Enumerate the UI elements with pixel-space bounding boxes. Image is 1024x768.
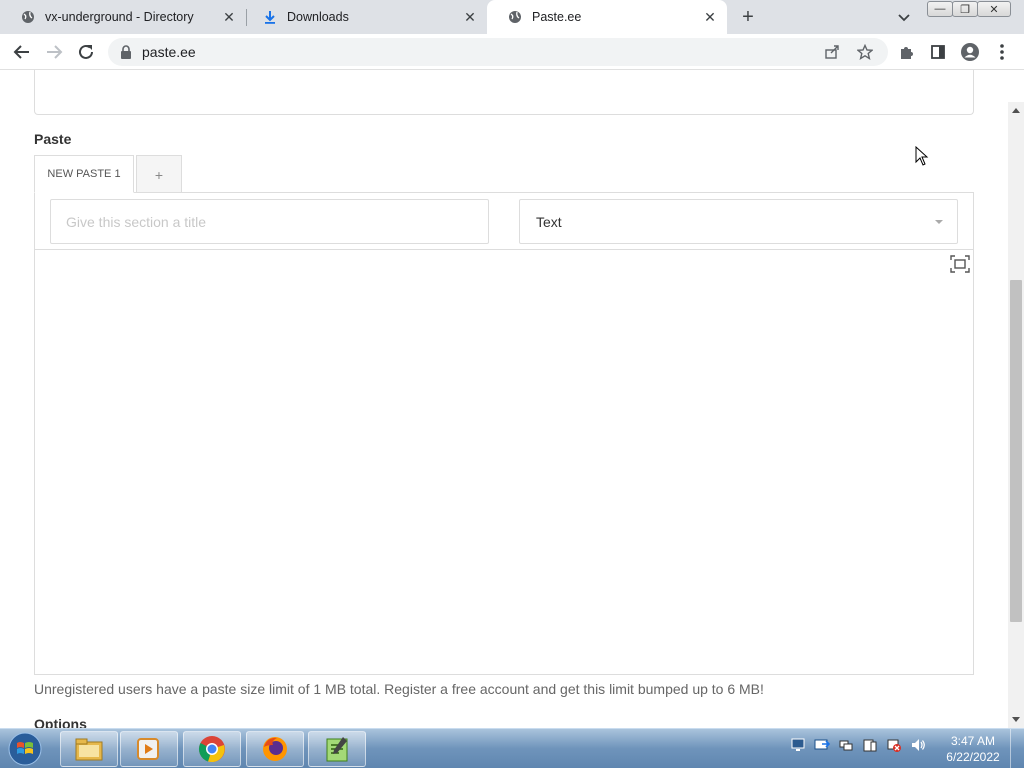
file-explorer-icon[interactable] (60, 731, 118, 767)
new-tab-button[interactable]: + (738, 7, 758, 27)
clock-date: 6/22/2022 (946, 750, 1000, 764)
lock-icon[interactable] (120, 45, 132, 59)
show-desktop-button[interactable] (1010, 729, 1024, 768)
url-text: paste.ee (142, 44, 196, 60)
globe-icon (507, 9, 523, 25)
close-tab-icon[interactable]: ✕ (463, 10, 477, 24)
minimize-button[interactable]: — (927, 1, 953, 17)
scrollbar-thumb[interactable] (1010, 280, 1022, 622)
tab-search-chevron-icon[interactable] (896, 9, 912, 25)
share-icon[interactable] (822, 42, 842, 62)
action-center-tray-icon[interactable] (862, 737, 878, 753)
volume-tray-icon[interactable] (910, 737, 926, 753)
download-icon (262, 9, 278, 25)
restore-button[interactable]: ❐ (952, 1, 978, 17)
close-window-button[interactable]: ✕ (977, 1, 1011, 17)
page-content: Paste NEW PASTE 1 + Text Unregist (0, 70, 1024, 728)
close-tab-icon[interactable]: ✕ (703, 10, 717, 24)
globe-icon (20, 9, 36, 25)
system-tray (790, 737, 934, 753)
scroll-up-arrow-icon[interactable] (1012, 108, 1020, 113)
description-field[interactable] (34, 70, 974, 115)
tab-vx-underground[interactable]: vx-underground - Directory ✕ (0, 0, 246, 34)
window-controls: — ❐ ✕ (927, 1, 1011, 17)
language-selected-value: Text (536, 213, 562, 230)
extensions-puzzle-icon[interactable] (896, 42, 916, 62)
remote-desktop-tray-icon[interactable] (814, 737, 830, 753)
paste-section-label: Paste (34, 131, 72, 147)
section-header-row: Text (35, 193, 973, 250)
tab-new-paste-1[interactable]: NEW PASTE 1 (34, 155, 134, 193)
tab-paste-ee[interactable]: Paste.ee ✕ (487, 0, 727, 34)
bookmark-star-icon[interactable] (855, 42, 875, 62)
firefox-icon[interactable] (246, 731, 304, 767)
side-panel-icon[interactable] (928, 42, 948, 62)
mouse-cursor-icon (915, 145, 929, 166)
options-section-label: Options (34, 716, 87, 728)
taskbar-clock[interactable]: 3:47 AM 6/22/2022 (940, 733, 1006, 765)
browser-tabstrip: vx-underground - Directory ✕ Downloads ✕… (0, 0, 1024, 34)
back-arrow-icon[interactable] (12, 42, 32, 62)
address-bar[interactable]: paste.ee (108, 38, 888, 66)
browser-toolbar: paste.ee (0, 34, 1024, 70)
notepad-plus-icon[interactable] (308, 731, 366, 767)
reload-icon[interactable] (76, 42, 96, 62)
network-error-tray-icon[interactable] (886, 737, 902, 753)
chrome-icon[interactable] (183, 731, 241, 767)
scroll-down-arrow-icon[interactable] (1012, 717, 1020, 722)
menu-kebab-icon[interactable] (992, 42, 1012, 62)
windows-taskbar: 3:47 AM 6/22/2022 (0, 728, 1024, 768)
size-limit-note: Unregistered users have a paste size lim… (34, 681, 764, 697)
page-scrollbar[interactable] (1008, 102, 1024, 728)
close-tab-icon[interactable]: ✕ (222, 10, 236, 24)
section-title-input[interactable] (50, 199, 489, 244)
profile-avatar-icon[interactable] (960, 42, 980, 62)
paste-editor-box: Text (34, 192, 974, 675)
add-section-button[interactable]: + (136, 155, 182, 193)
tab-title: vx-underground - Directory (45, 10, 194, 24)
forward-arrow-icon[interactable] (44, 42, 64, 62)
media-player-icon[interactable] (120, 731, 178, 767)
tab-downloads[interactable]: Downloads ✕ (242, 0, 487, 34)
network-tray-icon[interactable] (790, 737, 806, 753)
tab-title: Paste.ee (532, 10, 582, 24)
dropdown-caret-icon (935, 220, 943, 224)
display-tray-icon[interactable] (838, 737, 854, 753)
tab-title: Downloads (287, 10, 349, 24)
start-button[interactable] (4, 731, 46, 767)
clock-time: 3:47 AM (950, 734, 996, 748)
paste-content-editor[interactable] (35, 251, 973, 674)
fullscreen-icon[interactable] (950, 255, 970, 273)
language-select[interactable]: Text (519, 199, 958, 244)
